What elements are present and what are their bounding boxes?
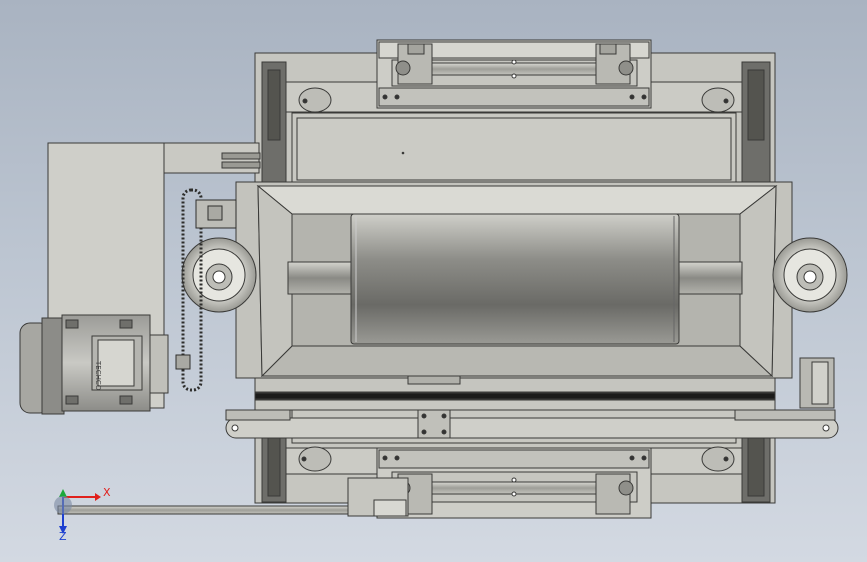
right-pulley-wheel	[772, 237, 848, 313]
cad-viewport[interactable]: X Y Z TECHCO	[0, 0, 867, 562]
bottom-carriage	[376, 447, 652, 519]
machine-assembly-top-view[interactable]	[0, 0, 867, 562]
caster-top-right	[701, 87, 735, 113]
right-bracket	[799, 357, 835, 409]
triad-z-label: Z	[59, 530, 67, 543]
motor-nameplate: TECHCO	[94, 361, 102, 391]
triad-x-label: X	[103, 486, 111, 499]
caster-bottom-left	[298, 446, 332, 472]
caster-bottom-right	[701, 446, 735, 472]
triad-origin	[54, 496, 72, 514]
caster-top-left	[298, 87, 332, 113]
top-carriage	[376, 39, 652, 109]
triad-y-arrowhead	[59, 489, 67, 497]
left-pulley-wheel	[181, 237, 257, 313]
triad-x-arrowhead	[95, 493, 101, 501]
lower-crossbar	[225, 375, 839, 439]
roller-drum	[287, 213, 743, 345]
